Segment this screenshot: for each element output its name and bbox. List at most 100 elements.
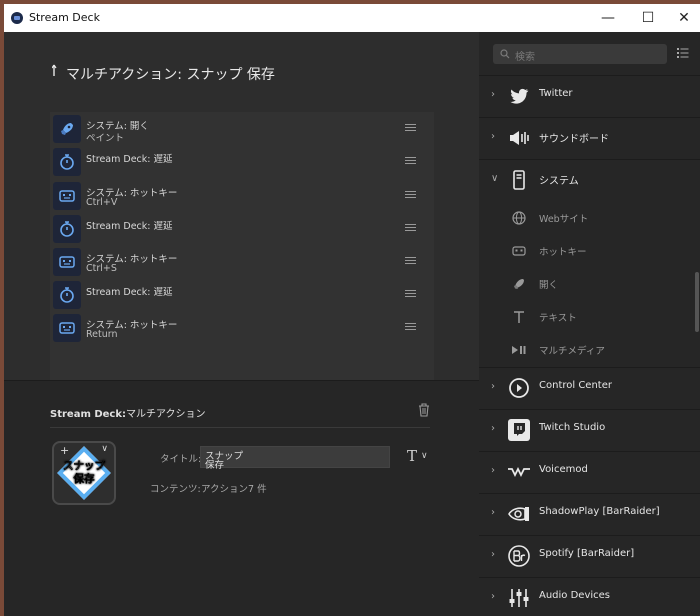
action-row[interactable]: Stream Deck: 遅延 [50, 281, 434, 313]
twitter-icon [510, 88, 529, 104]
nvidia-icon [508, 507, 529, 521]
action-row[interactable]: システム: 開く ペイント [50, 115, 434, 147]
search-input[interactable]: 検索 [493, 44, 667, 64]
text-icon [514, 311, 524, 323]
category-label: ShadowPlay [BarRaider] [539, 506, 660, 517]
action-row[interactable]: システム: ホットキー Ctrl+V [50, 182, 434, 214]
drag-handle-icon[interactable] [405, 124, 416, 132]
action-row[interactable]: Stream Deck: 遅延 [50, 148, 434, 180]
chevron-right-icon: › [491, 89, 495, 100]
category-voicemod[interactable]: › Voicemod [479, 451, 700, 493]
inspector-title: Stream Deck:マルチアクション [50, 405, 206, 420]
category-label: Spotify [BarRaider] [539, 548, 635, 559]
action-item-website[interactable]: Webサイト [479, 201, 700, 234]
action-row[interactable]: Stream Deck: 遅延 [50, 215, 434, 247]
multi-action-list: システム: 開く ペイント Stream Deck: 遅延 システム: ホットキ… [50, 112, 434, 380]
category-label: Control Center [539, 380, 612, 391]
drag-handle-icon[interactable] [405, 191, 416, 199]
drag-handle-icon[interactable] [405, 323, 416, 331]
drag-handle-icon[interactable] [405, 257, 416, 265]
back-arrow-icon[interactable] [52, 64, 62, 78]
globe-icon [512, 211, 526, 225]
add-state-icon[interactable]: + [60, 444, 69, 457]
key-image-button[interactable]: + ∨ スナップ 保存 [52, 441, 116, 505]
sidebar-scrollbar[interactable] [695, 272, 699, 332]
action-item-label: ホットキー [539, 247, 587, 258]
action-detail: Ctrl+V [86, 197, 118, 208]
action-item-label: マルチメディア [539, 346, 605, 357]
action-item-open[interactable]: 開く [479, 267, 700, 300]
font-settings-icon[interactable]: T [407, 447, 417, 465]
soundboard-icon [510, 131, 529, 145]
action-title: Stream Deck: 遅延 [86, 221, 173, 232]
title-bar: Stream Deck — ☐ ✕ [4, 4, 700, 32]
audio-mixer-icon [509, 589, 529, 607]
chevron-down-icon[interactable]: ∨ [421, 451, 428, 461]
plugin-name: Stream Deck: [50, 409, 127, 420]
list-view-icon[interactable] [677, 47, 689, 59]
action-item-label: 開く [539, 280, 559, 291]
action-item-hotkey[interactable]: ホットキー [479, 234, 700, 267]
action-item-multimedia[interactable]: マルチメディア [479, 333, 700, 366]
search-icon [500, 49, 510, 59]
chevron-down-icon[interactable]: ∨ [101, 444, 108, 454]
title-label: タイトル: [160, 454, 202, 465]
chevron-down-icon: ∨ [491, 173, 499, 184]
stopwatch-icon [53, 148, 81, 176]
chevron-right-icon: › [491, 549, 495, 560]
category-twitter[interactable]: › Twitter [479, 75, 700, 117]
hotkey-icon [512, 246, 526, 256]
category-twitch-studio[interactable]: › Twitch Studio [479, 409, 700, 451]
action-name: マルチアクション [126, 409, 206, 420]
category-soundboard[interactable]: › サウンドボード [479, 117, 700, 159]
stream-deck-logo-icon [11, 12, 23, 24]
voicemod-icon [508, 466, 530, 478]
minimize-button[interactable]: — [588, 6, 628, 30]
control-center-icon [509, 378, 529, 398]
category-system[interactable]: ∨ システム [479, 159, 700, 201]
stream-deck-window: Stream Deck — ☐ ✕ マルチアクション: スナップ 保存 システム… [4, 4, 700, 616]
action-row[interactable]: システム: ホットキー Return [50, 314, 434, 346]
content-label: コンテンツ: [150, 484, 201, 495]
chevron-right-icon: › [491, 507, 495, 518]
action-item-label: Webサイト [539, 214, 589, 225]
chevron-right-icon: › [491, 423, 495, 434]
stopwatch-icon [53, 281, 81, 309]
action-row[interactable]: システム: ホットキー Ctrl+S [50, 248, 434, 280]
category-label: システム [539, 176, 579, 187]
chevron-right-icon: › [491, 465, 495, 476]
action-detail: Return [86, 329, 118, 340]
chevron-right-icon: › [491, 591, 495, 602]
category-label: サウンドボード [539, 134, 609, 145]
twitch-icon [508, 419, 530, 441]
rocket-icon [53, 115, 81, 143]
maximize-button[interactable]: ☐ [628, 6, 668, 30]
hotkey-icon [53, 182, 81, 210]
stopwatch-icon [53, 215, 81, 243]
category-spotify[interactable]: › Spotify [BarRaider] [479, 535, 700, 577]
action-title: Stream Deck: 遅延 [86, 287, 173, 298]
category-control-center[interactable]: › Control Center [479, 367, 700, 409]
drag-handle-icon[interactable] [405, 224, 416, 232]
spotify-br-icon [508, 545, 530, 567]
drag-handle-icon[interactable] [405, 157, 416, 165]
category-audio-devices[interactable]: › Audio Devices [479, 577, 700, 616]
trash-icon[interactable] [418, 403, 430, 417]
inspector-separator [50, 427, 430, 428]
drag-handle-icon[interactable] [405, 290, 416, 298]
action-item-label: テキスト [539, 313, 577, 324]
action-title: Stream Deck: 遅延 [86, 154, 173, 165]
hotkey-icon [53, 248, 81, 276]
action-detail: ペイント [86, 133, 125, 144]
close-button[interactable]: ✕ [664, 6, 700, 30]
chevron-right-icon: › [491, 131, 495, 142]
multimedia-icon [512, 346, 526, 354]
system-icon [513, 170, 525, 190]
category-shadowplay[interactable]: › ShadowPlay [BarRaider] [479, 493, 700, 535]
action-item-text[interactable]: テキスト [479, 300, 700, 333]
property-inspector: Stream Deck:マルチアクション + ∨ スナップ 保存 タイトル: ス… [4, 381, 479, 616]
title-input[interactable]: スナップ 保存 [200, 446, 390, 471]
category-label: Twitter [539, 88, 573, 99]
hotkey-icon [53, 314, 81, 342]
content-value: アクション7 件 [201, 484, 267, 495]
